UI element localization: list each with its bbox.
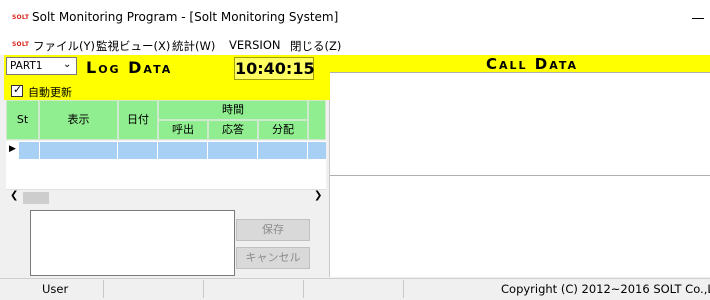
scroll-left-icon[interactable]: ❮: [10, 190, 18, 201]
status-divider: [403, 280, 404, 298]
memo-textbox[interactable]: [30, 210, 235, 276]
call-data-area[interactable]: [330, 73, 710, 175]
scroll-right-icon[interactable]: ❯: [314, 190, 322, 201]
column-header-st[interactable]: St: [6, 100, 39, 140]
minimize-icon[interactable]: [692, 18, 704, 19]
status-divider: [103, 280, 104, 298]
save-button[interactable]: 保存: [236, 219, 310, 241]
cell-divider: [207, 142, 208, 159]
cell-divider: [257, 142, 258, 159]
column-header-answer[interactable]: 応答: [208, 120, 258, 140]
status-copyright: Copyright (C) 2012~2016 SOLT Co.,Ltd. A: [501, 282, 710, 296]
menu-statistics[interactable]: 統計(W): [172, 38, 215, 54]
log-data-title: Log Data: [86, 58, 173, 77]
auto-refresh-label: 自動更新: [28, 86, 72, 99]
column-header-filler: [308, 100, 326, 140]
part-select[interactable]: PART1 ⌄: [6, 57, 77, 75]
row-selector[interactable]: ▶: [6, 141, 19, 160]
cell-divider: [307, 142, 308, 159]
menu-monitor-view[interactable]: 監視ビュー(X): [96, 38, 170, 54]
app-logo: SOLT: [12, 14, 30, 21]
call-data-lower-area[interactable]: [330, 175, 710, 277]
call-data-title: Call Data: [486, 55, 579, 73]
status-divider: [303, 280, 304, 298]
menu-logo: SOLT: [12, 41, 30, 48]
horizontal-scrollbar[interactable]: ❮ ❯: [6, 189, 326, 205]
table-row[interactable]: [19, 142, 326, 159]
cell-divider: [117, 142, 118, 159]
column-header-call[interactable]: 呼出: [158, 120, 208, 140]
menu-close[interactable]: 閉じる(Z): [290, 38, 341, 54]
menu-file[interactable]: ファイル(Y): [33, 38, 95, 54]
auto-refresh-checkbox[interactable]: ✓: [11, 83, 23, 97]
status-divider: [203, 280, 204, 298]
cancel-button[interactable]: キャンセル: [236, 247, 310, 269]
part-select-value: PART1: [10, 60, 43, 72]
column-group-time: 時間: [158, 100, 308, 120]
cell-divider: [39, 142, 40, 159]
current-row-icon: ▶: [9, 144, 16, 154]
column-header-distribute[interactable]: 分配: [258, 120, 308, 140]
menu-version[interactable]: VERSION: [229, 38, 280, 52]
column-header-date[interactable]: 日付: [118, 100, 158, 140]
chevron-down-icon: ⌄: [63, 59, 72, 70]
scrollbar-thumb[interactable]: [23, 192, 49, 204]
window-title: Solt Monitoring Program - [Solt Monitori…: [32, 10, 339, 24]
check-icon: ✓: [13, 83, 23, 96]
status-user: User: [42, 282, 69, 296]
clock-display: 10:40:15: [234, 57, 315, 80]
column-header-display[interactable]: 表示: [39, 100, 118, 140]
cell-divider: [157, 142, 158, 159]
